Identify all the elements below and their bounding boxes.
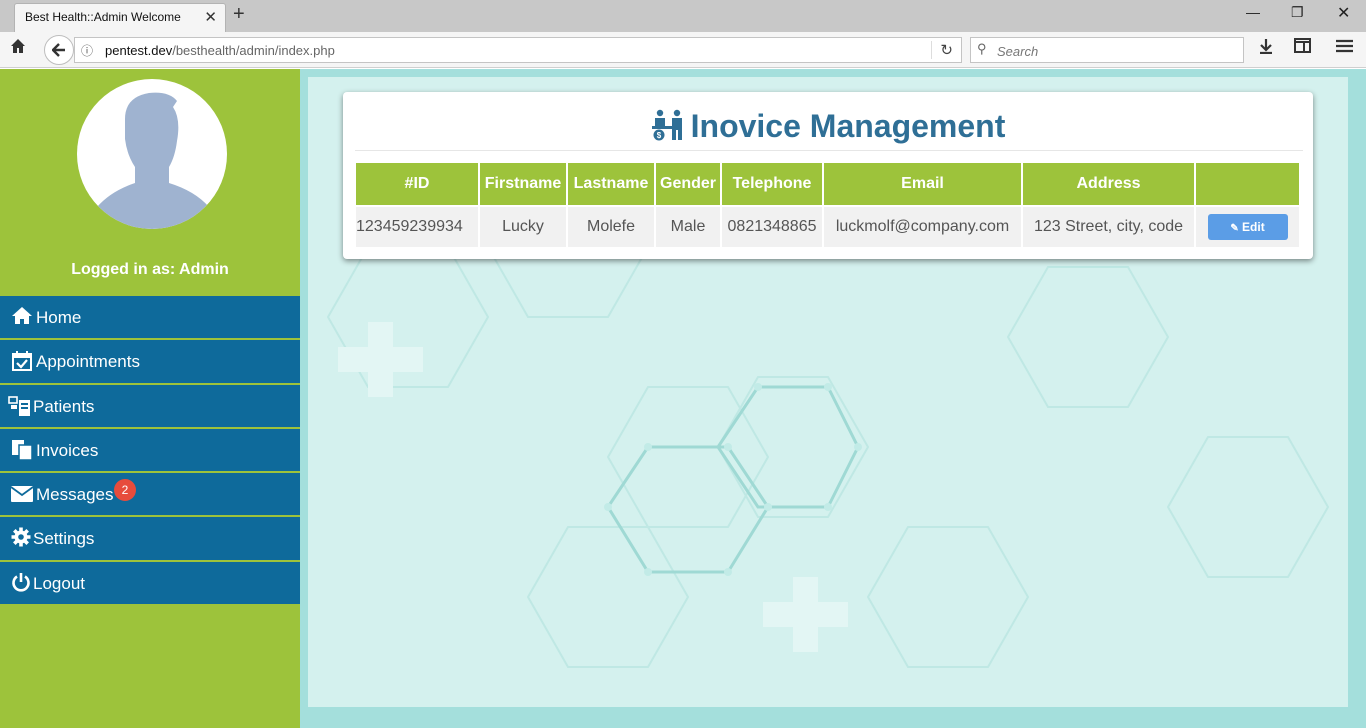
sidebar-item-home[interactable]: Home <box>0 296 300 341</box>
table-row: 123459239934 Lucky Molefe Male 082134886… <box>356 207 1300 247</box>
cell-firstname: Lucky <box>480 207 566 247</box>
cell-telephone: 0821348865 <box>722 207 823 247</box>
sidebar-item-label: Settings <box>33 529 95 549</box>
sidebar-item-invoices[interactable]: Invoices <box>0 428 300 474</box>
sidebar-item-settings[interactable]: Settings <box>0 517 300 562</box>
column-header-gender: Gender <box>656 163 721 205</box>
site-info-icon[interactable]: ⓘ <box>81 42 93 59</box>
column-header-telephone: Telephone <box>722 163 823 205</box>
logged-in-label: Logged in as: Admin <box>71 261 229 278</box>
sidebar-item-messages[interactable]: Messages 2 <box>0 473 300 518</box>
menu-icon[interactable] <box>1336 38 1353 58</box>
url-text: pentest.dev/besthealth/admin/index.php <box>105 43 335 58</box>
avatar <box>77 79 227 229</box>
column-header-lastname: Lastname <box>568 163 654 205</box>
patients-icon <box>8 395 30 417</box>
column-header-address: Address <box>1023 163 1195 205</box>
home-icon <box>11 306 33 328</box>
gear-icon <box>11 527 33 549</box>
sidebar: Logged in as: Admin Home Appointments Pa… <box>0 69 300 728</box>
cell-email: luckmolf@company.com <box>824 207 1022 247</box>
sidebar-item-label: Appointments <box>36 352 140 372</box>
column-header-action <box>1196 163 1300 205</box>
sidebar-item-appointments[interactable]: Appointments <box>0 340 300 385</box>
table-header-row: #ID Firstname Lastname Gender Telephone … <box>356 163 1300 205</box>
power-icon <box>11 572 33 594</box>
cashier-icon: $ <box>651 109 685 141</box>
sidebar-item-label: Home <box>36 308 82 327</box>
restore-icon[interactable]: ❐ <box>1291 4 1304 21</box>
invoice-card: $ Inovice Management #ID Firstname Lastn… <box>343 92 1313 259</box>
sidebar-item-label: Logout <box>33 573 85 593</box>
download-icon[interactable] <box>1258 38 1274 59</box>
column-header-email: Email <box>824 163 1022 205</box>
cell-address: 123 Street, city, code <box>1023 207 1195 247</box>
edit-button[interactable]: ✎ Edit <box>1207 214 1288 240</box>
sidebar-toggle-icon[interactable] <box>1294 38 1311 58</box>
search-input[interactable]: Search <box>997 44 1038 59</box>
copy-icon <box>11 439 33 461</box>
sidebar-menu: Home Appointments Patients Invoices Mess… <box>0 296 300 607</box>
page-title: $ Inovice Management <box>343 108 1313 145</box>
new-tab-button[interactable]: + <box>233 3 245 26</box>
url-bar[interactable]: ⓘ pentest.dev/besthealth/admin/index.php… <box>74 37 962 63</box>
window-close-icon[interactable]: ✕ <box>1337 3 1350 23</box>
sidebar-item-logout[interactable]: Logout <box>0 561 300 607</box>
column-header-id: #ID <box>356 163 478 205</box>
calendar-check-icon <box>11 350 33 372</box>
home-button-icon[interactable] <box>10 38 26 59</box>
minimize-icon[interactable]: — <box>1246 4 1260 20</box>
sidebar-item-patients[interactable]: Patients <box>0 384 300 429</box>
tab-title: Best Health::Admin Welcome <box>25 10 181 24</box>
search-bar[interactable]: ⚲ Search <box>970 37 1244 63</box>
edit-icon: ✎ <box>1230 223 1239 234</box>
back-button[interactable] <box>44 35 74 65</box>
browser-nav-bar: ⓘ pentest.dev/besthealth/admin/index.php… <box>0 32 1366 68</box>
cell-gender: Male <box>656 207 721 247</box>
column-header-firstname: Firstname <box>480 163 566 205</box>
invoice-table: #ID Firstname Lastname Gender Telephone … <box>354 161 1301 249</box>
cell-lastname: Molefe <box>568 207 654 247</box>
search-icon: ⚲ <box>977 41 987 56</box>
tab-close-icon[interactable]: ✕ <box>204 8 217 26</box>
title-divider <box>355 150 1303 151</box>
edit-button-label: Edit <box>1242 220 1265 234</box>
sidebar-item-label: Messages <box>36 485 114 505</box>
sidebar-item-label: Invoices <box>36 440 99 460</box>
reload-icon[interactable]: ↻ <box>931 41 953 59</box>
cell-id: 123459239934 <box>356 207 478 247</box>
sidebar-item-label: Patients <box>33 396 95 416</box>
envelope-icon <box>10 483 34 505</box>
svg-text:$: $ <box>656 131 661 140</box>
browser-tab-bar: Best Health::Admin Welcome ✕ + — ❐ ✕ <box>0 0 1366 32</box>
messages-count-badge: 2 <box>114 479 136 502</box>
browser-tab[interactable]: Best Health::Admin Welcome ✕ <box>14 3 226 32</box>
cell-action: ✎ Edit <box>1196 207 1300 247</box>
